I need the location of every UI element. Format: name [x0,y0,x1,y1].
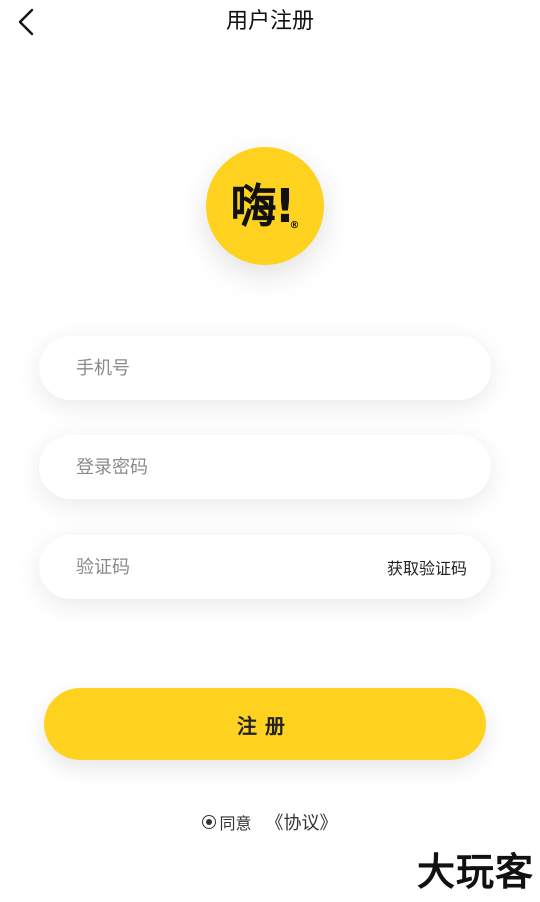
password-field [39,435,491,499]
registered-mark: ® [289,220,300,231]
agree-radio[interactable] [202,815,217,829]
page-title: 用户注册 [225,9,314,34]
app-logo: 嗨! ® [206,147,324,265]
phone-field [39,336,491,400]
agree-label: 同意 [219,814,252,833]
radio-dot [206,819,213,825]
logo-text: 嗨! [230,179,296,233]
password-input[interactable] [76,456,467,478]
register-button[interactable]: 注册 [44,688,486,760]
register-screen: 用户注册 嗨! ® 获取验证码 注册 同意 《协议》 大玩客 [0,0,540,902]
watermark-logo: 大玩客 [416,850,534,894]
protocol-link[interactable]: 《协议》 [266,809,338,835]
phone-input[interactable] [76,357,467,379]
code-field: 获取验证码 [39,535,491,599]
code-input[interactable] [76,556,387,578]
get-code-button[interactable]: 获取验证码 [387,555,467,579]
agreement-row: 同意 《协议》 [0,810,540,834]
